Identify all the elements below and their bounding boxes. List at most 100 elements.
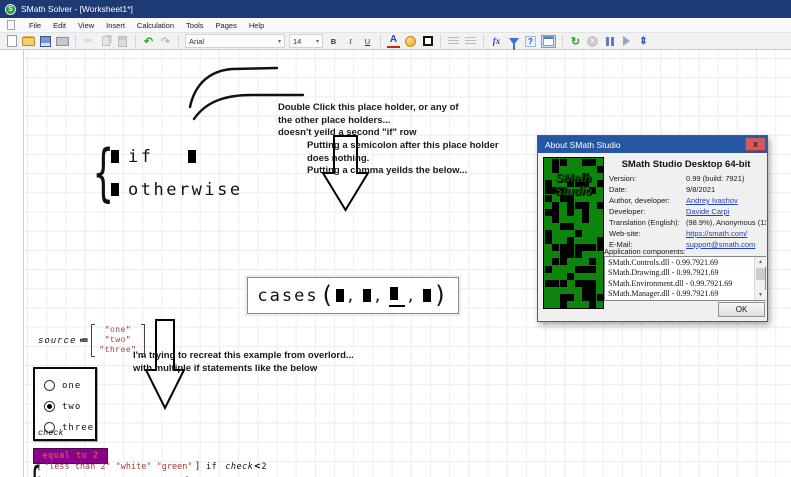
about-field: Version:0.99 (build: 7921) bbox=[609, 174, 766, 185]
radio-option[interactable]: two bbox=[44, 396, 95, 417]
annotation-recreate: I'm trying to recreat this example from … bbox=[133, 350, 354, 375]
left-brace: { bbox=[93, 138, 103, 208]
side-panel-toggle-icon[interactable] bbox=[541, 34, 556, 48]
about-field: Web-site:https://smath.com/ bbox=[609, 229, 766, 240]
radio-group-caption: check bbox=[38, 428, 64, 438]
titlebar: S SMath Solver - [Worksheet1*] bbox=[0, 0, 791, 18]
about-field: Developer:Davide Carpi bbox=[609, 207, 766, 218]
cases-function-name: cases bbox=[257, 286, 318, 306]
new-document-icon[interactable] bbox=[5, 34, 18, 48]
list-item[interactable]: SMath.Environment.dll - 0.99.7921.69 bbox=[608, 279, 753, 289]
menu-view[interactable]: View bbox=[72, 18, 100, 33]
filter-icon[interactable] bbox=[507, 34, 520, 48]
placeholder[interactable] bbox=[336, 289, 344, 302]
menu-calculation[interactable]: Calculation bbox=[131, 18, 180, 33]
list-item[interactable]: SMath.Controls.dll - 0.99.7921.69 bbox=[608, 258, 753, 268]
redo-icon[interactable]: ↷ bbox=[159, 34, 172, 48]
undo-icon[interactable]: ↶ bbox=[142, 34, 155, 48]
dialog-titlebar[interactable]: About SMath Studio bbox=[538, 136, 767, 153]
align-icon[interactable] bbox=[464, 34, 477, 48]
variable-name: source bbox=[38, 336, 76, 346]
align-icon[interactable] bbox=[447, 34, 460, 48]
scroll-down-icon[interactable]: ▼ bbox=[755, 290, 766, 300]
font-family-value: Arial bbox=[189, 37, 204, 46]
developer-link[interactable]: Davide Carpi bbox=[686, 207, 729, 216]
matrix-bracket bbox=[141, 324, 145, 357]
pause-icon[interactable] bbox=[603, 34, 616, 48]
scrollbar-thumb[interactable] bbox=[756, 268, 765, 280]
menu-file[interactable]: File bbox=[23, 18, 47, 33]
underline-button[interactable]: U bbox=[361, 34, 374, 48]
dialog-heading: SMath Studio Desktop 64-bit bbox=[606, 159, 766, 170]
radio-circle[interactable] bbox=[44, 380, 55, 391]
scrollbar[interactable]: ▲ ▼ bbox=[754, 257, 765, 300]
about-field: Date:9/8/2021 bbox=[609, 185, 766, 196]
highlight-color-icon[interactable] bbox=[404, 34, 417, 48]
open-paren: ( bbox=[320, 281, 334, 309]
placeholder[interactable] bbox=[363, 289, 371, 302]
chevron-down-icon: ▾ bbox=[316, 38, 319, 45]
definition-operator: ≔ bbox=[79, 335, 88, 346]
smath-app-icon: S bbox=[5, 4, 16, 15]
radio-circle[interactable] bbox=[44, 401, 55, 412]
qr-logo-text: SMath Studio bbox=[544, 172, 603, 198]
list-item[interactable]: SMath.Manager.dll - 0.99.7921.69 bbox=[608, 289, 753, 299]
menu-edit[interactable]: Edit bbox=[47, 18, 72, 33]
placeholder[interactable] bbox=[188, 150, 196, 163]
menu-help[interactable]: Help bbox=[243, 18, 270, 33]
open-file-icon[interactable] bbox=[22, 34, 35, 48]
print-icon[interactable] bbox=[56, 34, 69, 48]
bold-button[interactable]: B bbox=[327, 34, 340, 48]
toolbar: ✂ ↶ ↷ Arial ▾ 14 ▾ B I U A fx ? ↻ ✕ bbox=[0, 33, 791, 50]
placeholder[interactable] bbox=[423, 289, 431, 302]
help-icon[interactable]: ? bbox=[524, 34, 537, 48]
radio-group-box: one two three check bbox=[33, 367, 97, 441]
multi-if-cases-expression[interactable]: { ["less than 2" "white" "green"] ifchec… bbox=[27, 461, 326, 477]
sort-updown-icon[interactable]: ⇕ bbox=[637, 34, 650, 48]
play-icon[interactable] bbox=[620, 34, 633, 48]
stop-icon[interactable]: ✕ bbox=[586, 34, 599, 48]
font-color-icon[interactable]: A bbox=[387, 34, 400, 48]
recalculate-icon[interactable]: ↻ bbox=[569, 34, 582, 48]
chevron-down-icon: ▾ bbox=[278, 38, 281, 45]
if-keyword: if bbox=[128, 147, 153, 167]
menubar: File Edit View Insert Calculation Tools … bbox=[0, 18, 791, 33]
author-link[interactable]: Andrey Ivashov bbox=[686, 196, 738, 205]
worksheet-canvas[interactable]: Double Click this place holder, or any o… bbox=[0, 50, 791, 477]
cases-expression[interactable]: cases(,,,) bbox=[247, 277, 459, 314]
paste-icon[interactable] bbox=[116, 34, 129, 48]
close-paren: ) bbox=[433, 281, 447, 309]
dialog-title: About SMath Studio bbox=[545, 140, 621, 150]
function-icon[interactable]: fx bbox=[490, 34, 503, 48]
list-item[interactable]: SMath.Drawing.dll - 0.99.7921.69 bbox=[608, 268, 753, 278]
copy-icon[interactable] bbox=[99, 34, 112, 48]
italic-button[interactable]: I bbox=[344, 34, 357, 48]
page-margin-line bbox=[23, 50, 24, 477]
save-icon[interactable] bbox=[39, 34, 52, 48]
border-icon[interactable] bbox=[421, 34, 434, 48]
source-definition[interactable]: source ≔ "one" "two" "three" bbox=[38, 324, 145, 357]
components-listbox[interactable]: SMath.Controls.dll - 0.99.7921.69 SMath.… bbox=[604, 256, 766, 301]
close-icon[interactable]: x bbox=[745, 137, 766, 151]
about-field: Translation (English):(98.9%), Anonymous… bbox=[609, 218, 766, 229]
font-size-select[interactable]: 14 ▾ bbox=[289, 34, 323, 48]
qr-code-image: SMath Studio bbox=[543, 157, 604, 309]
email-link[interactable]: support@smath.com bbox=[686, 240, 755, 249]
ok-button[interactable]: OK bbox=[718, 302, 765, 317]
annotation-double-click: Double Click this place holder, or any o… bbox=[278, 102, 459, 140]
radio-option[interactable]: one bbox=[44, 375, 95, 396]
about-field: Author, developer:Andrey Ivashov bbox=[609, 196, 766, 207]
placeholder[interactable] bbox=[390, 287, 398, 300]
scroll-up-icon[interactable]: ▲ bbox=[755, 257, 766, 267]
font-size-value: 14 bbox=[293, 37, 301, 46]
menu-tools[interactable]: Tools bbox=[180, 18, 210, 33]
annotation-semicolon: Putting a semicolon after this place hol… bbox=[307, 140, 499, 178]
about-dialog: About SMath Studio x SMath Studio SMath … bbox=[537, 135, 768, 322]
if-otherwise-expression[interactable]: { if otherwise bbox=[93, 138, 243, 208]
font-family-select[interactable]: Arial ▾ bbox=[185, 34, 285, 48]
website-link[interactable]: https://smath.com/ bbox=[686, 229, 747, 238]
document-icon bbox=[7, 20, 15, 30]
menu-insert[interactable]: Insert bbox=[100, 18, 131, 33]
cut-icon[interactable]: ✂ bbox=[82, 34, 95, 48]
menu-pages[interactable]: Pages bbox=[210, 18, 243, 33]
